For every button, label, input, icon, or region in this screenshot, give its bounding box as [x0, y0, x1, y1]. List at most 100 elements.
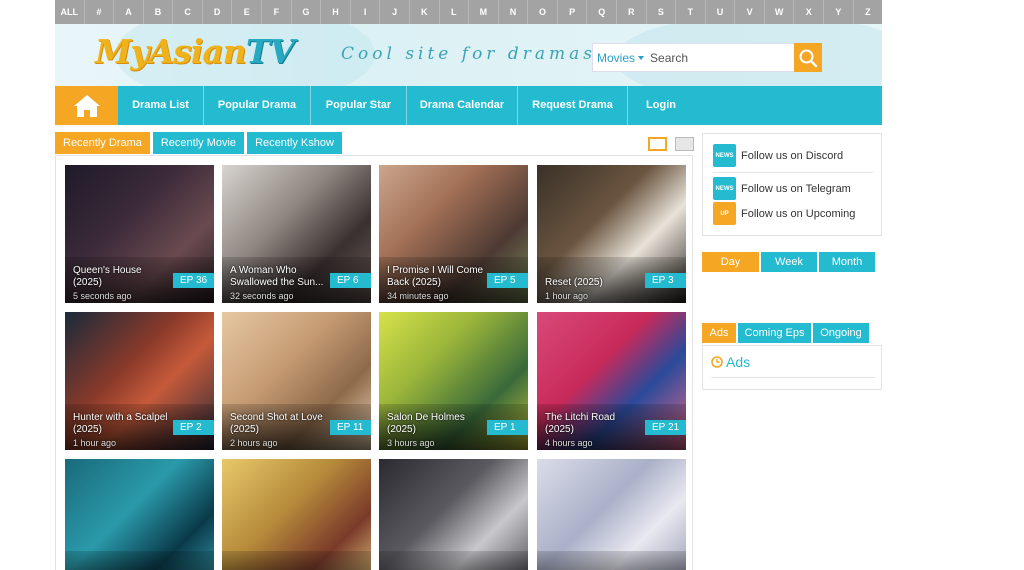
- drama-card[interactable]: Revenged Love: [65, 459, 214, 570]
- alphabet-link[interactable]: P: [558, 0, 588, 24]
- drama-time: 4 hours ago: [545, 438, 593, 448]
- nav-popular-drama[interactable]: Popular Drama: [204, 86, 311, 125]
- drama-grid: Queen's House (2025) 5 seconds ago EP 36 A …: [55, 155, 693, 570]
- alphabet-link[interactable]: E: [232, 0, 263, 24]
- episode-badge: EP 21: [645, 420, 686, 435]
- drama-title: Salon De Holmes (2025): [387, 412, 465, 435]
- drama-title: Reset (2025): [545, 277, 603, 288]
- drama-time: 1 hour ago: [545, 291, 589, 301]
- alphabet-link[interactable]: G: [292, 0, 322, 24]
- nav-request-drama[interactable]: Request Drama: [518, 86, 628, 125]
- header: MyAsianTV Cool site for dramas Movies: [55, 24, 882, 86]
- alphabet-link[interactable]: B: [144, 0, 174, 24]
- alphabet-link[interactable]: A: [114, 0, 144, 24]
- episode-badge: EP 6: [330, 273, 371, 288]
- alphabet-link[interactable]: T: [676, 0, 706, 24]
- nav-login[interactable]: Login: [628, 86, 694, 125]
- main-nav: Drama List Popular Drama Popular Star Dr…: [55, 86, 882, 125]
- grid-view-toggle[interactable]: [648, 137, 667, 151]
- list-view-toggle[interactable]: [675, 137, 694, 151]
- drama-card[interactable]: Hunter with a Scalpel (2025) 1 hour ago EP…: [65, 312, 214, 450]
- nav-popular-star[interactable]: Popular Star: [311, 86, 407, 125]
- search-type-label: Movies: [597, 50, 636, 65]
- alphabet-link[interactable]: X: [794, 0, 825, 24]
- poster-overlay: [222, 551, 371, 570]
- alphabet-link[interactable]: L: [440, 0, 470, 24]
- alphabet-link[interactable]: C: [173, 0, 203, 24]
- alphabet-link[interactable]: F: [262, 0, 292, 24]
- drama-time: 1 hour ago: [73, 438, 117, 448]
- drama-card[interactable]: Second Shot at Love (2025) 2 hours ago EP …: [222, 312, 371, 450]
- drama-card[interactable]: I Promise I Will Come Back (2025) 34 minu…: [379, 165, 528, 303]
- episode-badge: EP 2: [173, 420, 214, 435]
- poster-overlay: [65, 551, 214, 570]
- drama-time: 32 seconds ago: [230, 291, 294, 301]
- poster-overlay: [537, 551, 686, 570]
- alphabet-bar: ALL # A B C D E F G H I J K L M N O P Q R S T U V W X Y Z: [55, 0, 882, 24]
- drama-card[interactable]: The Litchi Road (2025) 4 hours ago EP 21: [537, 312, 686, 450]
- drama-time: 5 seconds ago: [73, 291, 132, 301]
- alphabet-link[interactable]: J: [380, 0, 410, 24]
- home-button[interactable]: [55, 86, 118, 125]
- drama-card[interactable]: The Seven Relics of: [379, 459, 528, 570]
- alphabet-link[interactable]: Z: [854, 0, 883, 24]
- divider: [711, 377, 875, 378]
- drama-card[interactable]: Queen's House (2025) 5 seconds ago EP 36: [65, 165, 214, 303]
- alphabet-link[interactable]: N: [499, 0, 529, 24]
- tab-recently-movie[interactable]: Recently Movie: [152, 132, 245, 154]
- nav-drama-calendar[interactable]: Drama Calendar: [407, 86, 518, 125]
- news-icon: NEWS: [713, 144, 736, 167]
- site-slogan: Cool site for dramas: [341, 44, 596, 64]
- drama-card[interactable]: Reset (2025) 1 hour ago EP 3: [537, 165, 686, 303]
- tab-coming-eps[interactable]: Coming Eps: [738, 323, 811, 343]
- divider: [713, 172, 873, 173]
- alphabet-link[interactable]: R: [617, 0, 647, 24]
- follow-discord-link[interactable]: NEWS Follow us on Discord: [713, 144, 843, 167]
- logo-part-1: MyAsian: [95, 32, 247, 71]
- tab-recently-drama[interactable]: Recently Drama: [55, 132, 150, 154]
- tab-ongoing[interactable]: Ongoing: [813, 323, 869, 343]
- alphabet-link[interactable]: M: [469, 0, 499, 24]
- follow-telegram-label: Follow us on Telegram: [741, 182, 851, 195]
- alphabet-link[interactable]: ALL: [55, 0, 85, 24]
- episode-badge: EP 3: [645, 273, 686, 288]
- tab-day[interactable]: Day: [702, 252, 759, 272]
- alphabet-link[interactable]: Q: [587, 0, 617, 24]
- alphabet-link[interactable]: O: [528, 0, 558, 24]
- follow-telegram-link[interactable]: NEWS Follow us on Telegram: [713, 177, 851, 200]
- tab-week[interactable]: Week: [761, 252, 817, 272]
- drama-title: Second Shot at Love (2025): [230, 412, 323, 435]
- alphabet-link[interactable]: H: [321, 0, 351, 24]
- search-icon: [799, 49, 818, 67]
- alphabet-link[interactable]: Y: [824, 0, 854, 24]
- drama-title: A Woman Who Swallowed the Sun...: [230, 265, 324, 288]
- alphabet-link[interactable]: W: [765, 0, 795, 24]
- follow-upcoming-link[interactable]: UP Follow us on Upcoming: [713, 202, 855, 225]
- search-type-dropdown[interactable]: Movies: [593, 51, 650, 65]
- drama-title: Queen's House (2025): [73, 265, 142, 288]
- drama-time: 2 hours ago: [230, 438, 278, 448]
- alphabet-link[interactable]: I: [351, 0, 381, 24]
- search-input[interactable]: [650, 50, 791, 65]
- drama-card[interactable]: A Woman Who Swallowed the Sun... 32 secon…: [222, 165, 371, 303]
- tab-month[interactable]: Month: [819, 252, 875, 272]
- tab-ads[interactable]: Ads: [702, 323, 736, 343]
- alphabet-link[interactable]: V: [735, 0, 765, 24]
- nav-drama-list[interactable]: Drama List: [118, 86, 204, 125]
- news-icon: NEWS: [713, 177, 736, 200]
- alphabet-link[interactable]: #: [85, 0, 115, 24]
- alphabet-link[interactable]: S: [647, 0, 677, 24]
- search-button[interactable]: [794, 43, 822, 72]
- drama-card[interactable]: Salon De Holmes (2025) 3 hours ago EP 1: [379, 312, 528, 450]
- period-tabs: Day Week Month: [702, 252, 875, 272]
- site-logo[interactable]: MyAsianTV: [95, 32, 295, 71]
- alphabet-link[interactable]: D: [203, 0, 233, 24]
- drama-card[interactable]: Qingchuan's Veil of: [537, 459, 686, 570]
- follow-box: NEWS Follow us on Discord NEWS Follow us…: [702, 133, 882, 236]
- alphabet-link[interactable]: K: [410, 0, 440, 24]
- drama-card[interactable]: Lament of the River: [222, 459, 371, 570]
- alphabet-link[interactable]: U: [706, 0, 736, 24]
- tab-recently-kshow[interactable]: Recently Kshow: [247, 132, 342, 154]
- follow-upcoming-label: Follow us on Upcoming: [741, 207, 856, 220]
- ads-header: Ads: [711, 354, 750, 370]
